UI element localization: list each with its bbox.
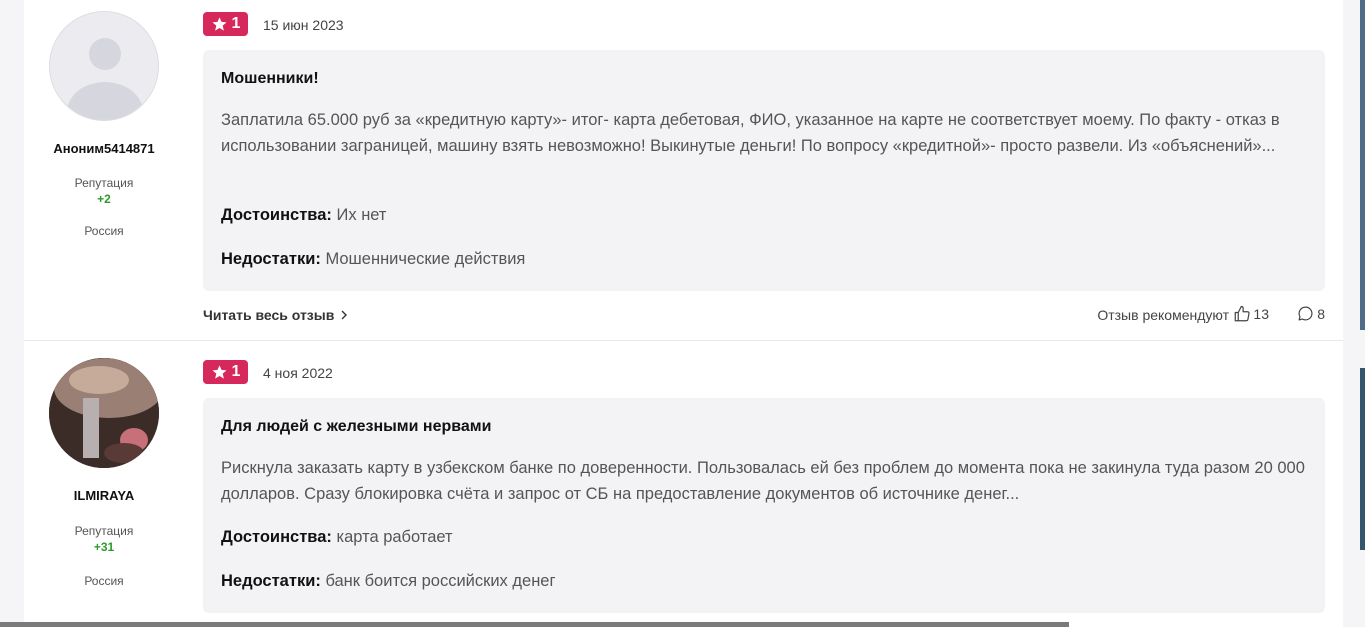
default-avatar-icon	[67, 38, 143, 120]
review-text: Заплатила 65.000 руб за «кредитную карту…	[221, 111, 1280, 155]
recommend-label: Отзыв рекомендуют	[1097, 307, 1229, 323]
read-more-label: Читать весь отзыв	[203, 307, 335, 323]
cons-label: Недостатки:	[221, 572, 321, 590]
review-cons: Недостатки: Мошеннические действия	[221, 250, 525, 269]
reputation-value: +31	[93, 540, 115, 554]
side-image-strip	[1360, 0, 1365, 330]
pros-text: карта работает	[336, 528, 453, 546]
thumbs-up-icon	[1235, 305, 1251, 322]
author-name[interactable]: ILMIRAYA	[24, 488, 184, 503]
likes-count: 13	[1253, 306, 1269, 322]
user-photo-icon	[49, 358, 159, 468]
pros-text: Их нет	[336, 206, 387, 224]
review-pros: Достоинства: карта работает	[221, 528, 453, 547]
review-text: Рискнула заказать карту в узбекском банк…	[221, 459, 1305, 503]
star-icon	[212, 365, 227, 379]
author-name[interactable]: Аноним5414871	[24, 141, 184, 156]
review-footer: Читать весь отзыв Отзыв рекомендуют 13 8	[203, 305, 1325, 325]
rating-badge: 1	[203, 360, 248, 384]
comments-count: 8	[1317, 305, 1325, 322]
reputation-label: Репутация	[74, 524, 134, 538]
review-date: 4 ноя 2022	[263, 365, 333, 381]
chevron-right-icon	[341, 310, 348, 320]
horizontal-scrollbar[interactable]	[0, 622, 1069, 627]
review-card: Мошенники! Заплатила 65.000 руб за «кред…	[203, 50, 1325, 291]
author-country: Россия	[84, 574, 124, 588]
read-full-review-link[interactable]: Читать весь отзыв	[203, 307, 348, 323]
reviews-list: Аноним5414871 Репутация +2 Россия 1 15 и…	[24, 0, 1343, 627]
pros-label: Достоинства:	[221, 528, 332, 546]
comment-icon	[1298, 306, 1313, 321]
cons-text: банк боится российских денег	[325, 572, 556, 590]
comments-button[interactable]: 8	[1297, 305, 1325, 322]
review-card: Для людей с железными нервами Рискнула з…	[203, 398, 1325, 613]
review-cons: Недостатки: банк боится российских денег	[221, 572, 556, 591]
cons-text: Мошеннические действия	[325, 250, 526, 268]
avatar[interactable]	[49, 358, 159, 468]
pros-label: Достоинства:	[221, 206, 332, 224]
side-image-strip	[1360, 368, 1365, 550]
cons-label: Недостатки:	[221, 250, 321, 268]
review-date: 15 июн 2023	[263, 17, 344, 33]
author-country: Россия	[84, 224, 124, 238]
star-icon	[212, 17, 227, 31]
avatar[interactable]	[49, 11, 159, 121]
review-title[interactable]: Мошенники!	[221, 70, 319, 88]
review-title[interactable]: Для людей с железными нервами	[221, 418, 491, 436]
review-item: Аноним5414871 Репутация +2 Россия 1 15 и…	[24, 0, 1343, 340]
review-pros: Достоинства: Их нет	[221, 206, 387, 225]
reputation-value: +2	[97, 192, 111, 206]
reputation-label: Репутация	[74, 176, 134, 190]
rating-badge: 1	[203, 12, 248, 36]
rating-value: 1	[231, 363, 241, 380]
review-item: ILMIRAYA Репутация +31 Россия 1 4 ноя 20…	[24, 341, 1343, 627]
rating-value: 1	[231, 15, 241, 32]
like-button[interactable]: 13	[1233, 305, 1269, 323]
